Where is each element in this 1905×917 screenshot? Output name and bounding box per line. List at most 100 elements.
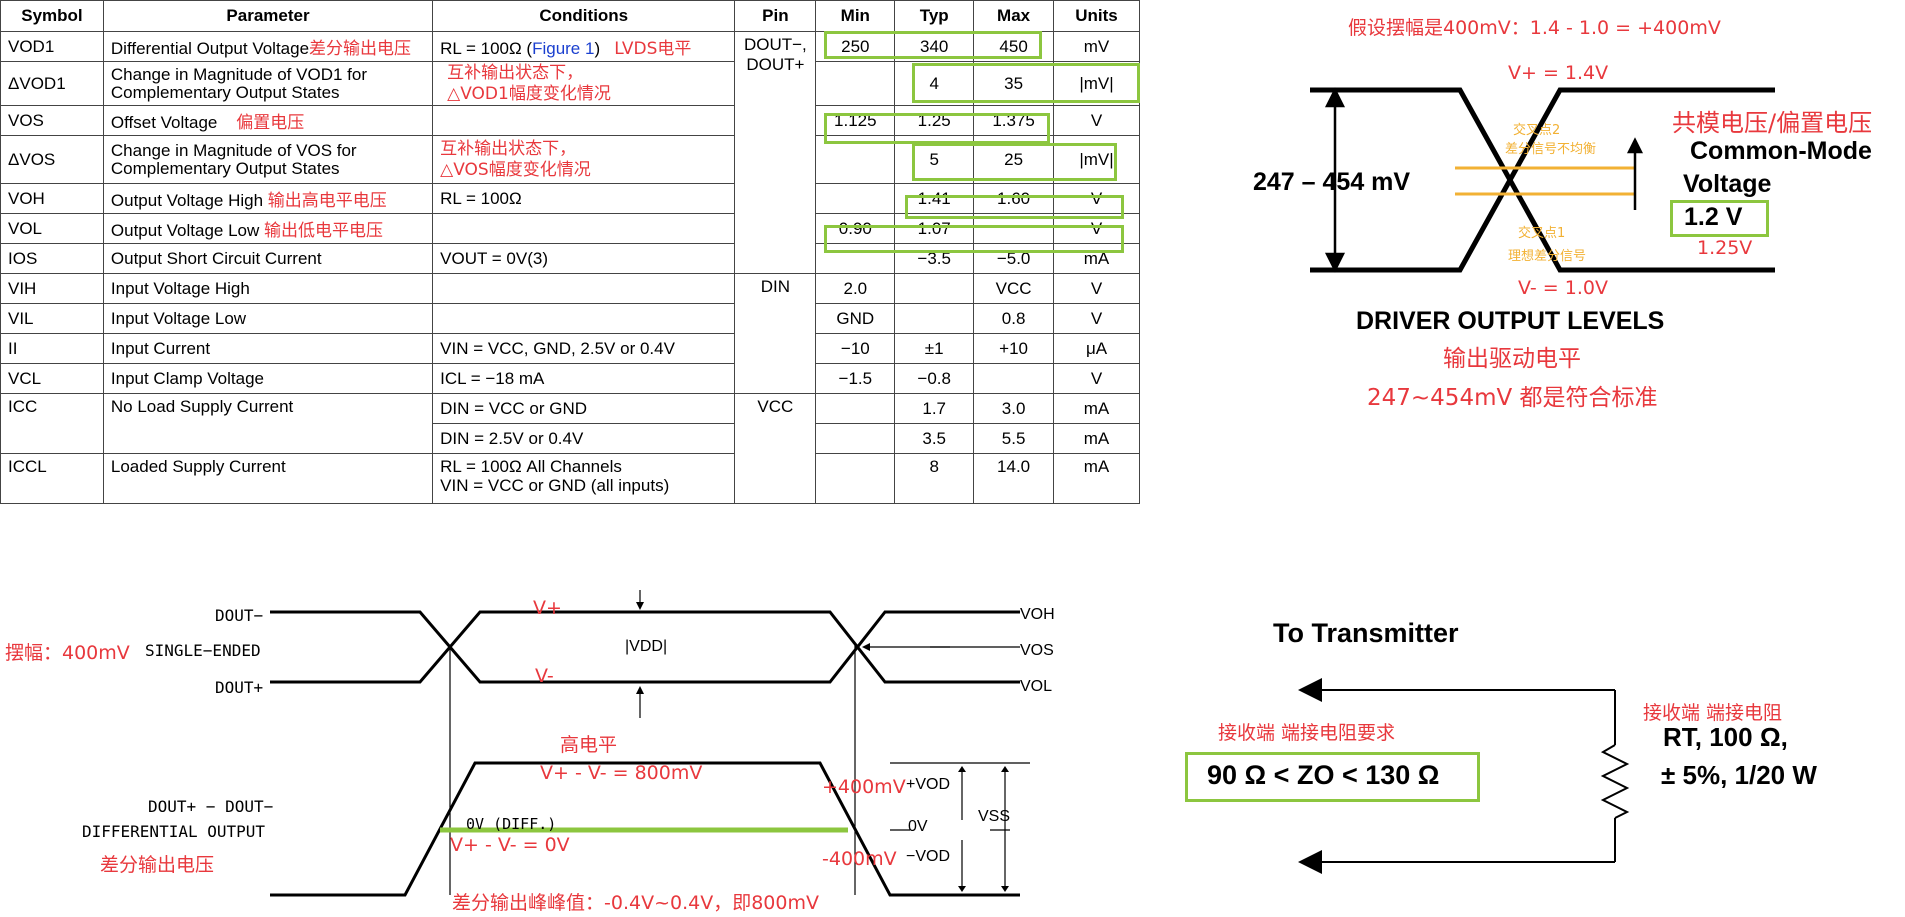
crosspoint-1-label: 交叉点1: [1518, 226, 1566, 241]
vss-label: VSS: [978, 808, 1011, 825]
symbol-cell: VOS: [0, 105, 104, 136]
symbol-cell: ΔVOD1: [0, 61, 104, 106]
units-cell: V: [1053, 273, 1140, 304]
conditions-cell: [432, 105, 736, 136]
table-row: ICC No Load Supply Current DIN = VCC or …: [0, 393, 1140, 504]
differential-annotation: 差分输出电压: [100, 854, 215, 876]
parameter-cell: Input Voltage Low: [102, 303, 434, 334]
termination-requirement: 90 Ω < ZO < 130 Ω: [1207, 760, 1440, 790]
conditions-cell: [432, 273, 736, 304]
parameter-cell: Change in Magnitude of VOD1 for Compleme…: [102, 61, 434, 106]
table-row: VIH Input Voltage High DIN 2.0 VCC V: [0, 273, 1140, 394]
max-cell: 5.5: [973, 423, 1055, 454]
vplus-waveform-label: V+: [533, 597, 562, 619]
parameter-cell: Offset Voltage 偏置电压: [102, 105, 434, 136]
symbol-cell: II: [0, 333, 104, 364]
driver-output-levels-title: DRIVER OUTPUT LEVELS: [1356, 307, 1665, 335]
conditions-cell: VIN = VCC, GND, 2.5V or 0.4V: [432, 333, 736, 364]
highlight-voh: [905, 195, 1124, 219]
parameter-annotation: 差分输出电压: [309, 39, 412, 59]
highlight-vod1-range: [824, 31, 1042, 59]
parameter-text: Differential Output Voltage: [110, 39, 310, 58]
typ-cell: −0.8: [894, 363, 975, 394]
table-row: II Input Current VIN = VCC, GND, 2.5V or…: [0, 333, 1140, 364]
min-cell: [815, 453, 896, 504]
conditions-cell: RL = 100Ω All Channels VIN = VCC or GND …: [432, 453, 736, 504]
minus400-label: -400mV: [822, 848, 897, 870]
parameter-cell: Differential Output Voltage差分输出电压: [102, 31, 434, 62]
symbol-cell: VOH: [0, 183, 104, 214]
symbol-cell: ICC: [0, 393, 104, 454]
highlight-dvod1: [912, 63, 1140, 103]
zero-volt-label: 0V: [908, 818, 928, 835]
max-cell: [973, 363, 1055, 394]
parameter-annotation: 输出高电平电压: [267, 191, 387, 211]
min-cell: GND: [815, 303, 896, 334]
termination-resistor-tolerance: ± 5%, 1/20 W: [1661, 760, 1817, 790]
common-mode-value: 1.2 V: [1684, 203, 1743, 231]
symbol-cell: VIL: [0, 303, 104, 334]
figure-link[interactable]: Figure 1: [532, 39, 594, 58]
differential-label: DOUT+ − DOUT−: [148, 797, 274, 816]
units-cell: mA: [1053, 393, 1140, 424]
conditions-cell: [432, 303, 736, 334]
units-cell: V: [1053, 363, 1140, 394]
parameter-cell: Input Clamp Voltage: [102, 363, 434, 394]
col-header: Units: [1053, 0, 1140, 32]
parameter-cell: Output Voltage Low 输出低电平电压: [102, 213, 434, 244]
crosspoint-2-desc: 差分信号不均衡: [1505, 142, 1597, 157]
vos-label: VOS: [1020, 642, 1054, 659]
parameter-text: Output Voltage High: [110, 191, 264, 210]
conditions-text: ): [594, 39, 601, 58]
min-cell: [815, 393, 896, 424]
highlight-vos-range: [824, 113, 1050, 144]
high-level-annotation: 高电平: [560, 734, 618, 756]
parameter-cell: No Load Supply Current: [102, 393, 434, 454]
peak-to-peak-annotation: 差分输出峰峰值：-0.4V~0.4V，即800mV: [452, 892, 819, 914]
symbol-cell: ΔVOS: [0, 135, 104, 184]
conditions-cell: 互补输出状态下， △VOD1幅度变化情况: [432, 61, 736, 106]
conditions-annotation: 互补输出状态下， △VOD1幅度变化情况: [447, 62, 611, 104]
to-transmitter-title: To Transmitter: [1273, 618, 1459, 648]
common-mode-value-annotation: 1.25V: [1697, 237, 1753, 259]
parameter-text: Offset Voltage: [110, 113, 218, 132]
vod-minus-label: −VOD: [906, 848, 951, 865]
parameter-cell: Output Voltage High 输出高电平电压: [102, 183, 434, 214]
table-header-row: Symbol Parameter Conditions Pin Min Typ …: [0, 0, 1140, 32]
common-mode-title-2: Voltage: [1683, 170, 1772, 198]
plus400-label: +400mV: [822, 776, 906, 798]
swing-range-label: 247 – 454 mV: [1253, 168, 1411, 196]
termination-resistor-value: RT, 100 Ω,: [1663, 722, 1788, 752]
min-cell: [815, 423, 896, 454]
parameter-cell: Input Current: [102, 333, 434, 364]
min-cell: [815, 61, 896, 106]
col-header: Min: [815, 0, 896, 32]
parameter-cell: Loaded Supply Current: [102, 453, 434, 504]
vminus-label: V- = 1.0V: [1518, 277, 1608, 299]
pin-cell: DIN: [734, 273, 817, 394]
common-mode-annotation: 共模电压/偏置电压: [1672, 109, 1873, 137]
vdd-label: |VDD|: [625, 638, 668, 655]
vminus-waveform-label: V-: [535, 665, 554, 687]
parameter-text: Output Voltage Low: [110, 221, 260, 240]
dout-minus-label: DOUT−: [215, 606, 264, 625]
conditions-cell: RL = 100Ω: [432, 183, 736, 214]
min-cell: −1.5: [815, 363, 896, 394]
typ-cell: ±1: [894, 333, 975, 364]
crosspoint-1-desc: 理想差分信号: [1508, 249, 1587, 264]
typ-cell: [894, 273, 975, 304]
table-row: VIL Input Voltage Low GND 0.8 V: [0, 303, 1140, 334]
voh-label: VOH: [1020, 606, 1055, 623]
max-cell: 3.0: [973, 393, 1055, 424]
zero-diff-label: 0V (DIFF.): [466, 815, 557, 833]
col-header: Conditions: [432, 0, 736, 32]
pin-cell: DOUT−, DOUT+: [734, 31, 817, 274]
conditions-cell: RL = 100Ω (Figure 1) LVDS电平: [432, 31, 736, 62]
highlight-dvos: [912, 143, 1117, 181]
units-cell: mA: [1053, 453, 1140, 504]
driver-output-levels-annotation: 输出驱动电平: [1443, 346, 1581, 372]
dout-plus-label: DOUT+: [215, 678, 264, 697]
typ-cell: 3.5: [894, 423, 975, 454]
symbol-cell: ICCL: [0, 453, 104, 504]
symbol-cell: VOL: [0, 213, 104, 244]
